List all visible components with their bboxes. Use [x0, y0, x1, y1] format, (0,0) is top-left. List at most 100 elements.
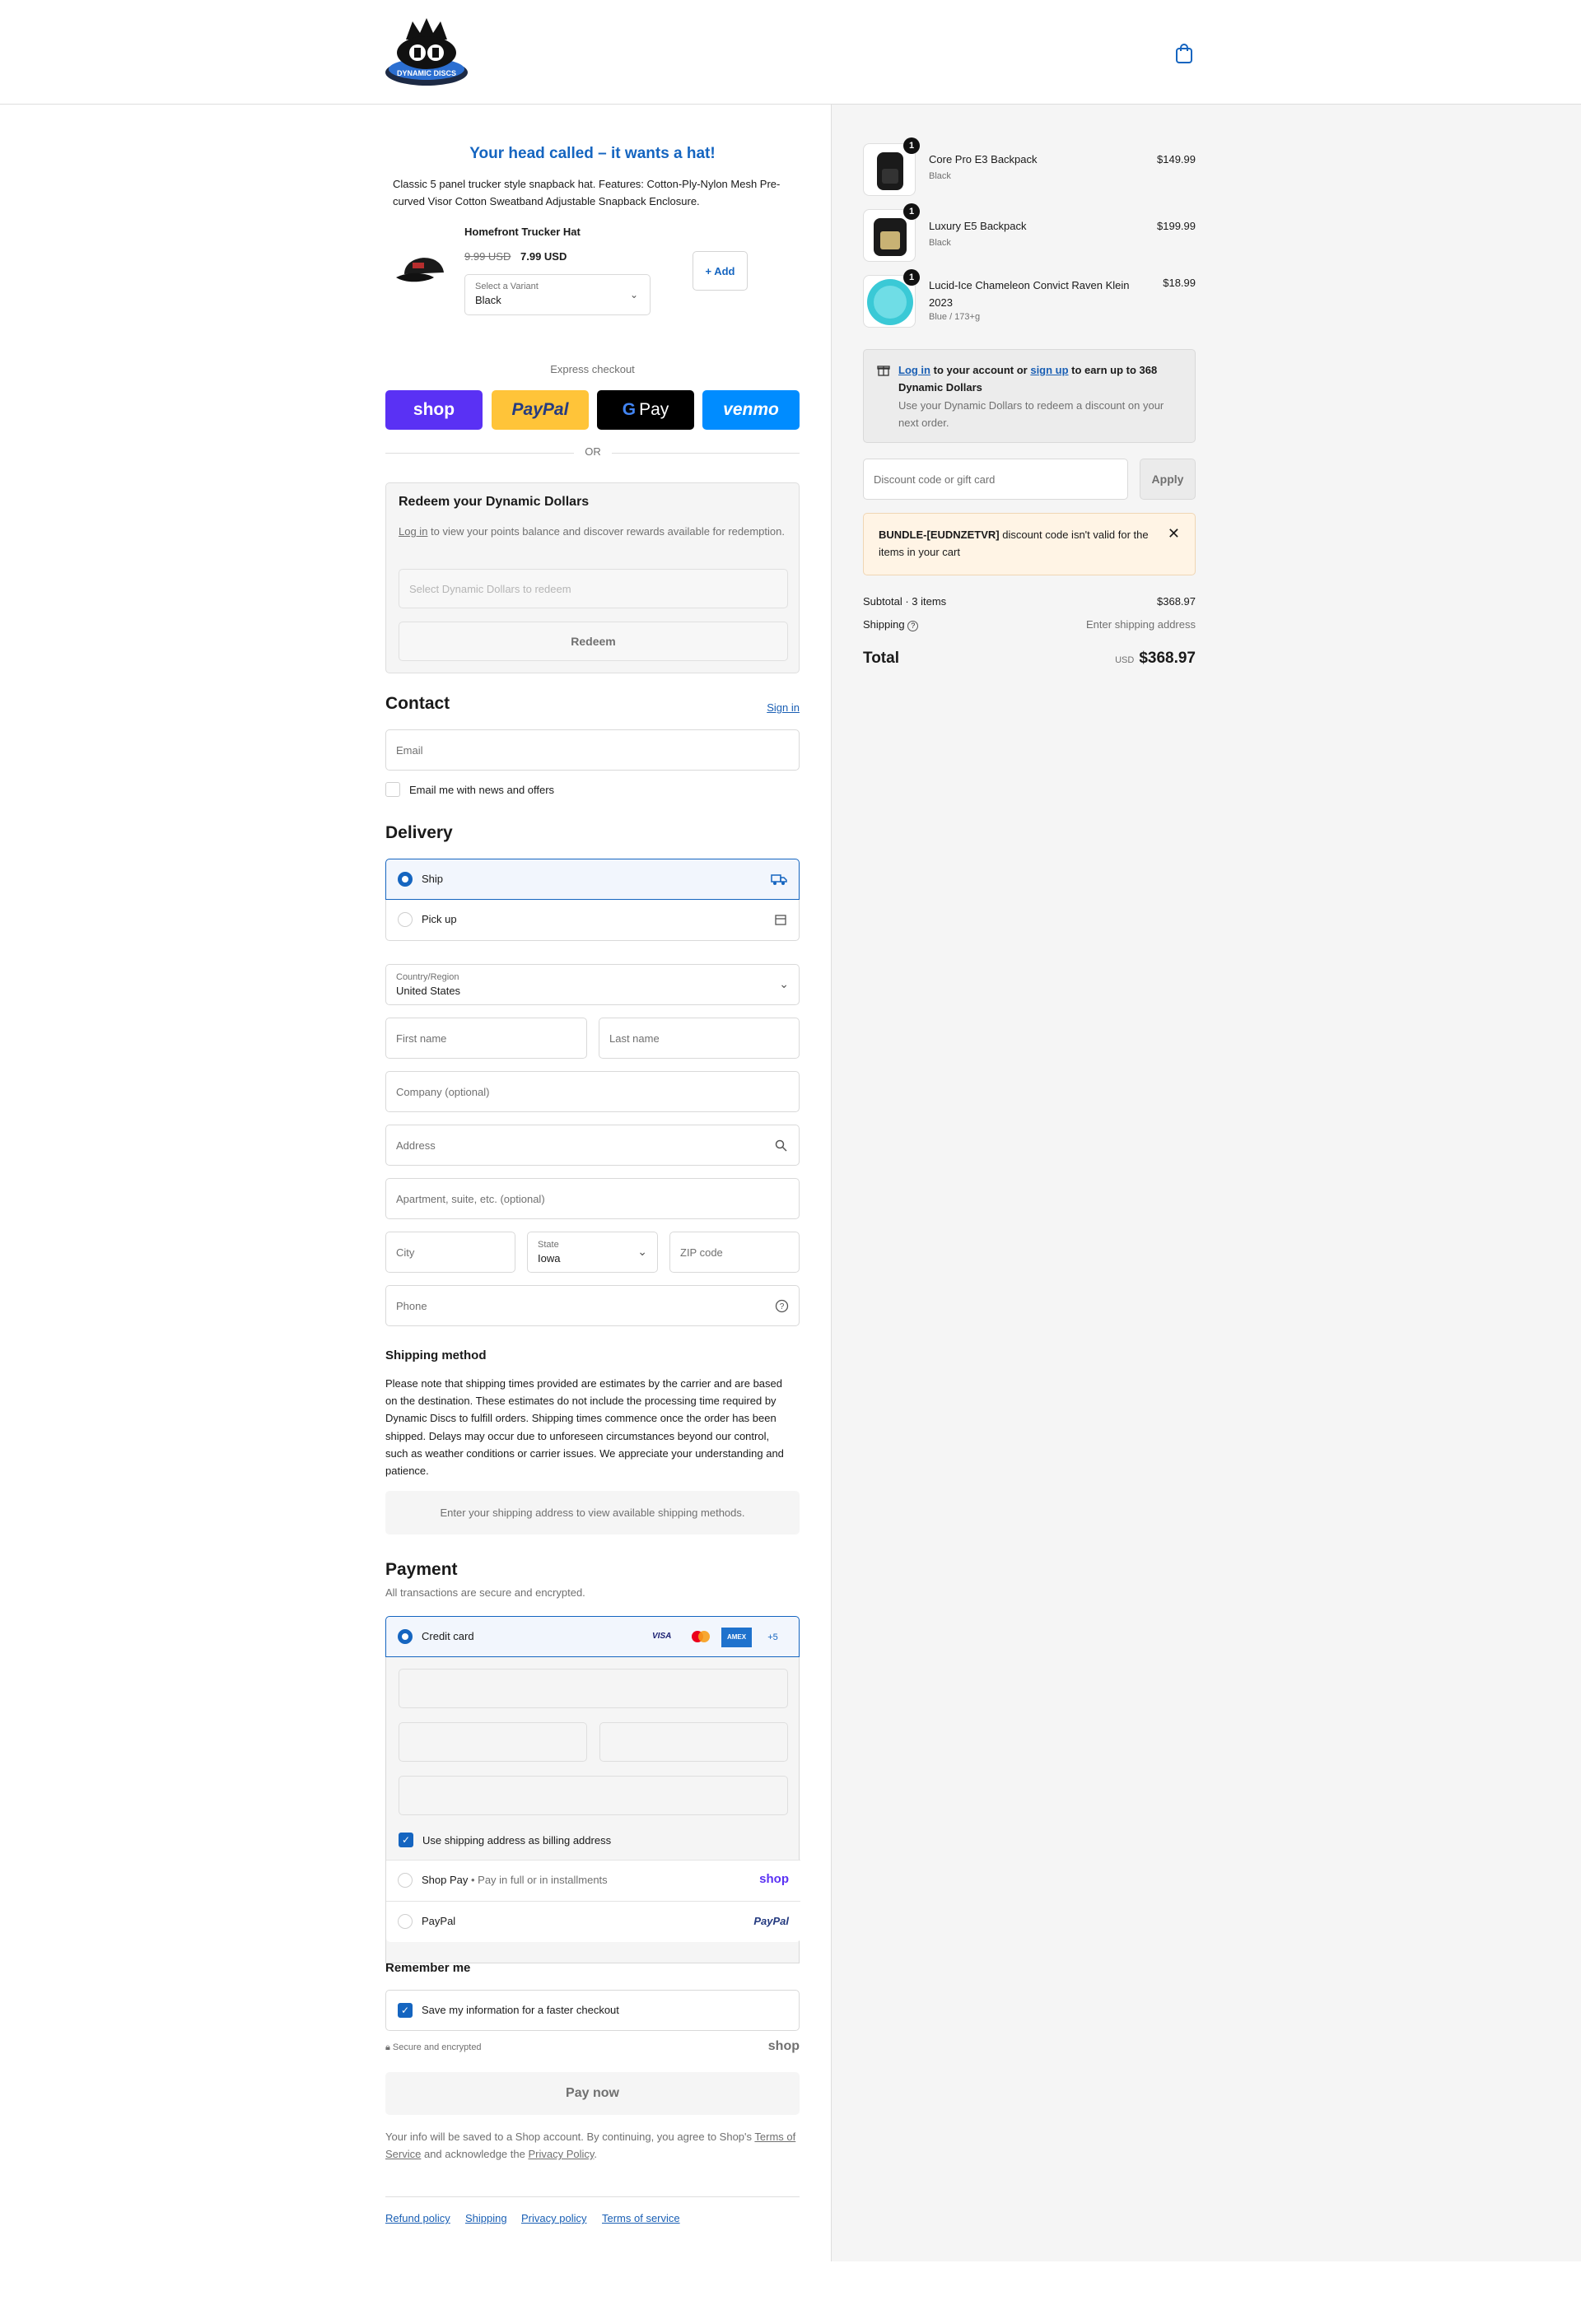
address-field[interactable]: Address	[385, 1125, 800, 1166]
credit-card-option[interactable]: Credit card VISA AMEX +5	[385, 1616, 800, 1657]
city-placeholder: City	[396, 1246, 415, 1259]
ship-radio[interactable]	[398, 872, 413, 887]
discount-code-field[interactable]: Discount code or gift card	[863, 459, 1128, 500]
phone-placeholder: Phone	[396, 1300, 427, 1312]
upsell-new-price: 7.99 USD	[520, 250, 567, 263]
redeem-title: Redeem your Dynamic Dollars	[399, 495, 590, 509]
cart-item-price: $18.99	[1163, 277, 1196, 289]
phone-field[interactable]: Phone ?	[385, 1285, 800, 1326]
country-value: United States	[396, 985, 461, 997]
last-name-placeholder: Last name	[609, 1032, 660, 1045]
redeem-login-link[interactable]: Log in	[399, 525, 427, 538]
paypal-option[interactable]: PayPal PayPal	[386, 1901, 800, 1942]
help-icon[interactable]: ?	[775, 1299, 789, 1313]
apply-button[interactable]: Apply	[1140, 459, 1196, 500]
express-checkout-label: Express checkout	[550, 363, 635, 375]
add-upsell-button[interactable]: + Add	[693, 251, 748, 291]
or-divider-text: OR	[574, 445, 612, 458]
company-field[interactable]: Company (optional)	[385, 1071, 800, 1112]
svg-text:?: ?	[780, 1302, 785, 1311]
shipping-value: Enter shipping address	[1086, 618, 1196, 631]
city-field[interactable]: City	[385, 1232, 515, 1273]
redeem-button[interactable]: Redeem	[399, 622, 788, 661]
news-label: Email me with news and offers	[409, 784, 555, 796]
apartment-placeholder: Apartment, suite, etc. (optional)	[396, 1193, 545, 1205]
rewards-box: Log in to your account or sign up to ear…	[863, 349, 1196, 443]
billing-label: Use shipping address as billing address	[422, 1834, 612, 1847]
cart-item-price: $199.99	[1157, 220, 1196, 232]
chevron-down-icon: ⌄	[779, 977, 789, 990]
redeem-dollars-box: Redeem your Dynamic Dollars Log in to vi…	[385, 482, 800, 673]
dynamic-discs-logo[interactable]: DYNAMIC DISCS	[383, 15, 470, 87]
delivery-title: Delivery	[385, 823, 453, 842]
zip-field[interactable]: ZIP code	[669, 1232, 800, 1273]
privacy-policy-link[interactable]: Privacy policy	[521, 2212, 586, 2224]
chevron-down-icon: ⌄	[629, 289, 638, 300]
credit-card-radio[interactable]	[398, 1629, 413, 1644]
email-field[interactable]: Email	[385, 729, 800, 771]
secure-note: 🔒︎ Secure and encrypted	[385, 2042, 482, 2052]
quantity-badge: 1	[903, 137, 920, 154]
shipping-method-title: Shipping method	[385, 1348, 487, 1362]
shipping-link[interactable]: Shipping	[465, 2212, 507, 2224]
cart-item-variant: Black	[929, 238, 951, 248]
more-cards-badge[interactable]: +5	[758, 1628, 788, 1647]
trucker-hat-image	[396, 258, 444, 282]
state-select[interactable]: State Iowa ⌄	[527, 1232, 658, 1273]
apartment-field[interactable]: Apartment, suite, etc. (optional)	[385, 1178, 800, 1219]
help-icon[interactable]: ?	[907, 621, 919, 631]
billing-checkbox[interactable]: ✓	[399, 1833, 413, 1847]
upsell-description: Classic 5 panel trucker style snapback h…	[393, 178, 781, 207]
redeem-select[interactable]: Select Dynamic Dollars to redeem	[399, 569, 788, 608]
paypal-logo: PayPal	[753, 1915, 789, 1927]
remember-title: Remember me	[385, 1961, 471, 1975]
email-placeholder: Email	[396, 744, 423, 757]
privacy-link[interactable]: Privacy Policy	[528, 2148, 594, 2160]
redeem-desc-text: to view your points balance and discover…	[427, 525, 785, 538]
sign-in-link[interactable]: Sign in	[767, 701, 800, 714]
shop-pay-button[interactable]: shop	[385, 390, 483, 430]
variant-value: Black	[475, 294, 501, 306]
card-expiry-field[interactable]	[399, 1722, 587, 1762]
upsell-product-name: Homefront Trucker Hat	[464, 226, 581, 238]
google-pay-button[interactable]: G Pay	[597, 390, 694, 430]
rewards-subtext: Use your Dynamic Dollars to redeem a dis…	[898, 399, 1164, 429]
terms-of-service-link[interactable]: Terms of service	[602, 2212, 680, 2224]
cart-item-name: Lucid-Ice Chameleon Convict Raven Klein …	[929, 279, 1130, 309]
variant-select[interactable]: Select a Variant Black ⌄	[464, 274, 651, 315]
card-name-field[interactable]	[399, 1776, 788, 1815]
news-checkbox[interactable]	[385, 782, 400, 797]
upsell-title: Your head called – it wants a hat!	[469, 145, 716, 162]
shop-pay-radio[interactable]	[398, 1873, 413, 1888]
cart-item-price: $149.99	[1157, 153, 1196, 165]
card-number-field[interactable]	[399, 1669, 788, 1708]
shopping-bag-icon[interactable]	[1175, 43, 1193, 64]
first-name-field[interactable]: First name	[385, 1018, 587, 1059]
subtotal-label: Subtotal · 3 items	[863, 595, 947, 608]
close-icon[interactable]: ✕	[1168, 525, 1180, 543]
last-name-field[interactable]: Last name	[599, 1018, 800, 1059]
quantity-badge: 1	[903, 203, 920, 220]
card-cvv-field[interactable]	[599, 1722, 788, 1762]
rewards-login-link[interactable]: Log in	[898, 364, 930, 376]
paypal-button[interactable]: PayPal	[492, 390, 589, 430]
rewards-signup-link[interactable]: sign up	[1030, 364, 1068, 376]
redeem-select-placeholder: Select Dynamic Dollars to redeem	[409, 583, 571, 595]
venmo-button[interactable]: venmo	[702, 390, 800, 430]
save-info-checkbox[interactable]: ✓	[398, 2003, 413, 2018]
refund-policy-link[interactable]: Refund policy	[385, 2212, 450, 2224]
paypal-radio[interactable]	[398, 1914, 413, 1929]
currency-code: USD	[1115, 655, 1135, 665]
pay-now-button[interactable]: Pay now	[385, 2072, 800, 2115]
country-select[interactable]: Country/Region United States ⌄	[385, 964, 800, 1005]
pickup-option[interactable]: Pick up	[385, 900, 800, 941]
state-label: State	[538, 1240, 559, 1250]
ship-option[interactable]: Ship	[385, 859, 800, 900]
search-icon	[775, 1139, 787, 1152]
shop-pay-option[interactable]: Shop Pay • Pay in full or in installment…	[386, 1860, 800, 1901]
save-info-option[interactable]: ✓ Save my information for a faster check…	[385, 1990, 800, 2031]
pickup-radio[interactable]	[398, 912, 413, 927]
total-value: USD $368.97	[1115, 650, 1196, 667]
cart-item-variant: Blue / 173+g	[929, 312, 981, 322]
variant-label: Select a Variant	[475, 282, 539, 291]
